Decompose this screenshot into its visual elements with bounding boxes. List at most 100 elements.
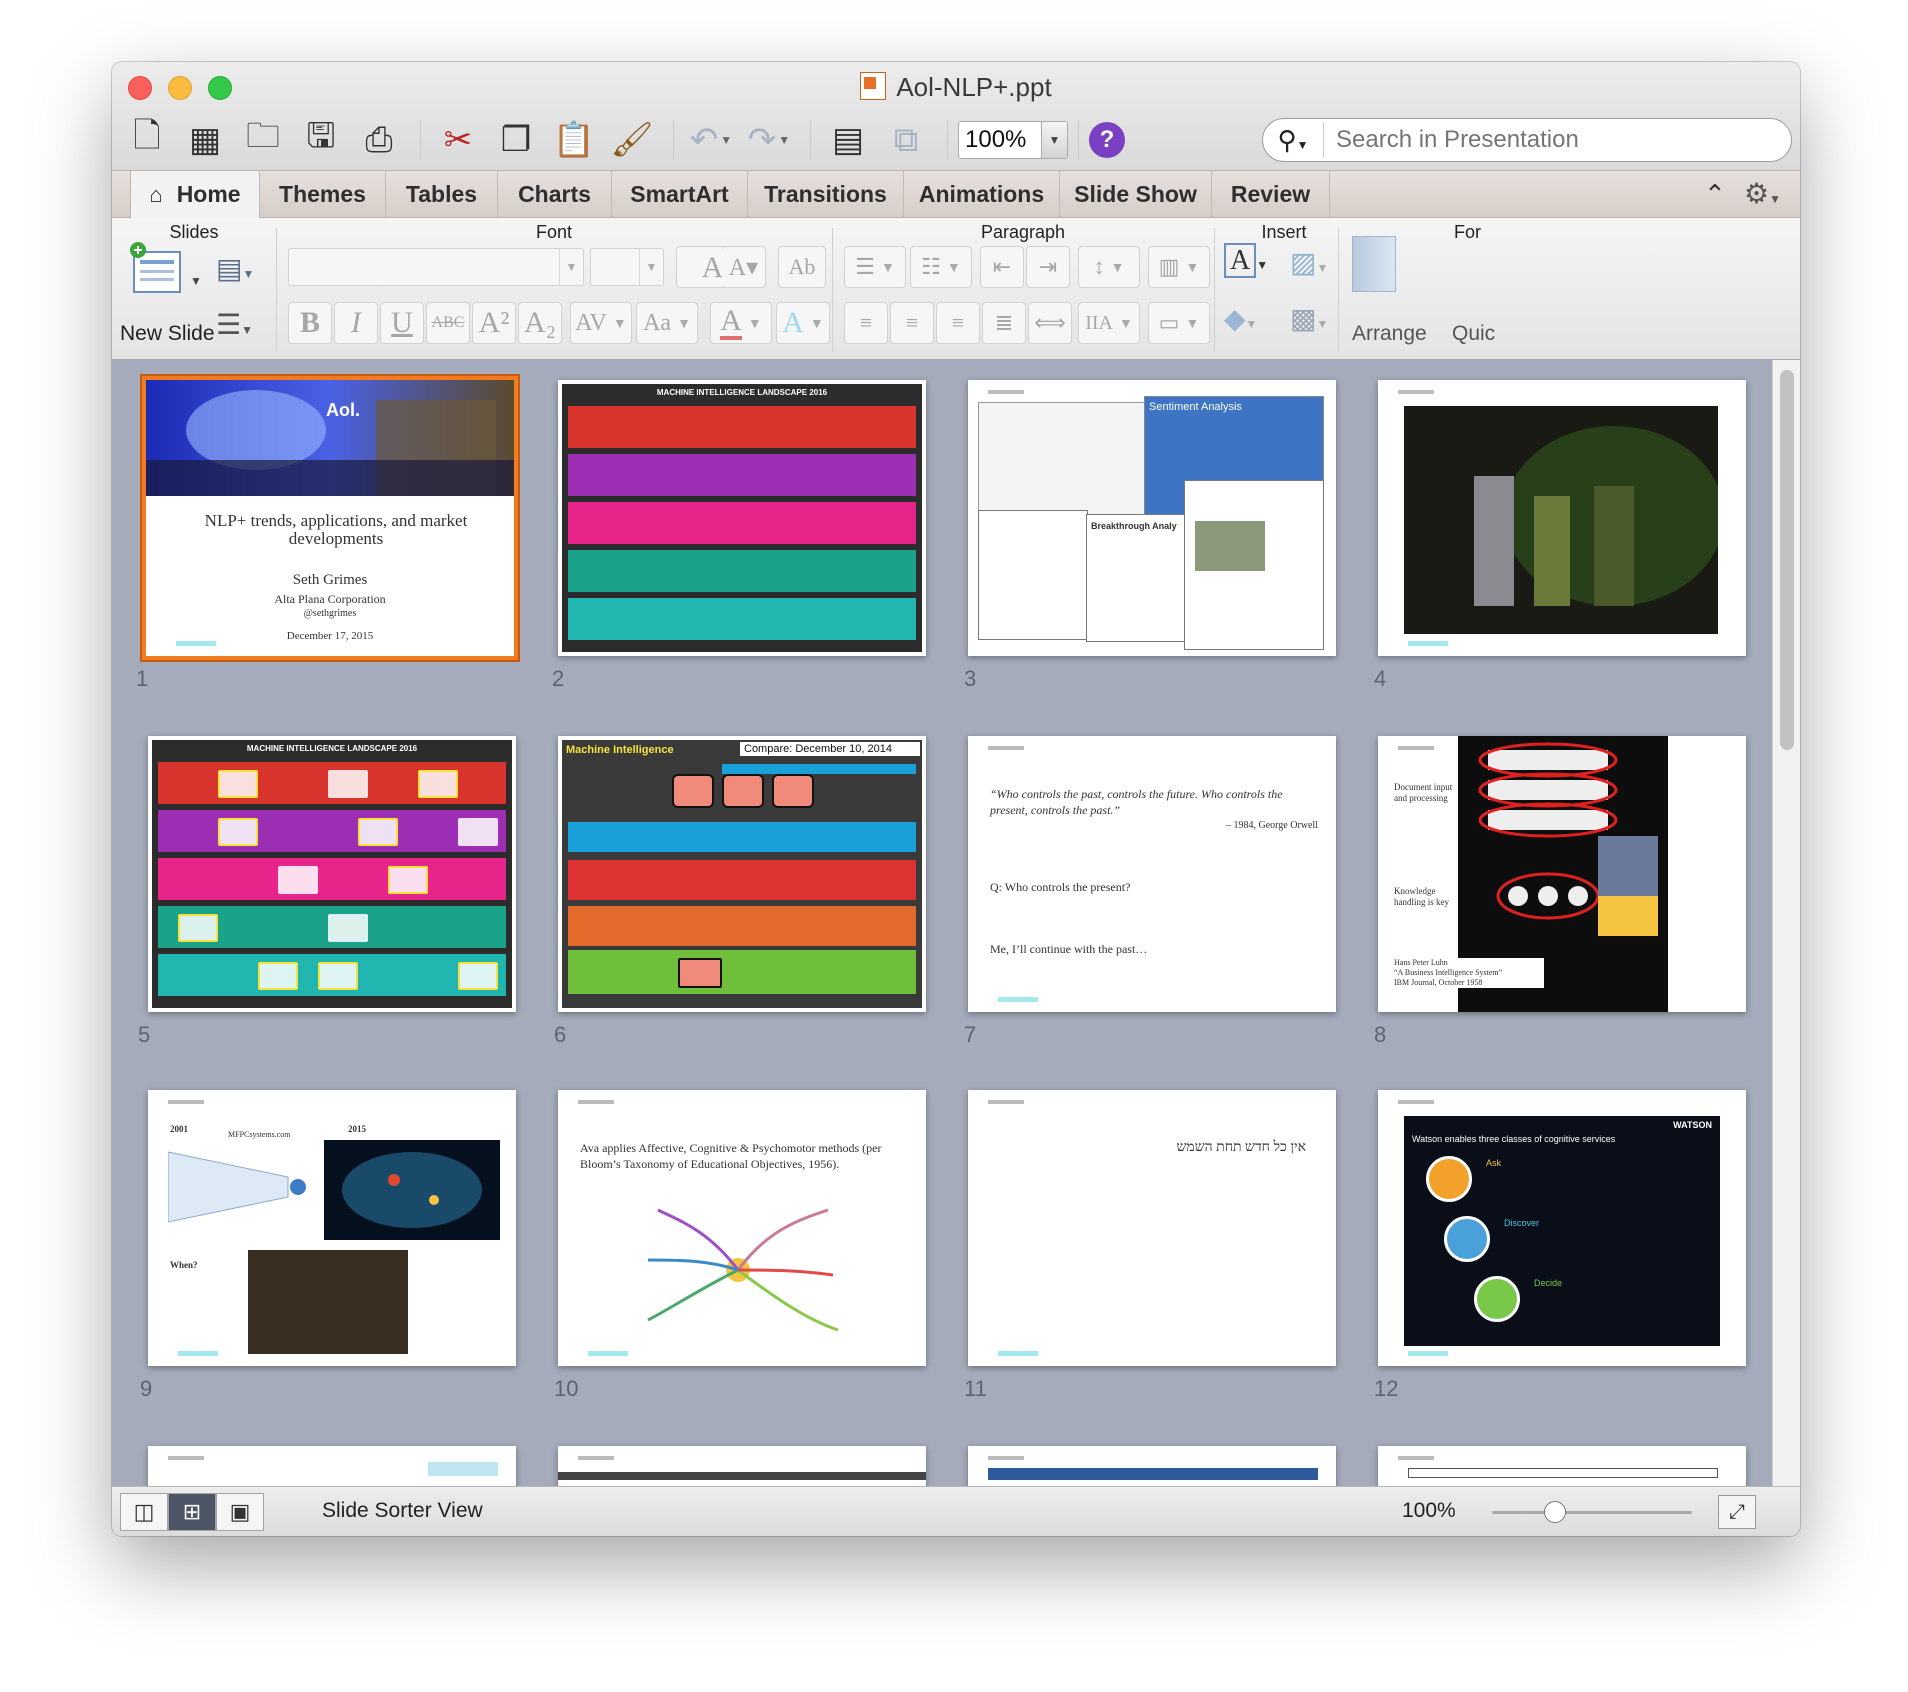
bullets-icon: ☰	[855, 254, 875, 279]
template-gallery-button[interactable]: ▦	[178, 116, 232, 164]
chevron-down-icon[interactable]: ▼	[639, 249, 663, 285]
bold-button[interactable]: B	[288, 302, 332, 344]
slide-sorter[interactable]: Aol. NLP+ trends, applications, and mark…	[112, 360, 1772, 1486]
italic-button[interactable]: I	[334, 302, 378, 344]
quick-styles-label[interactable]: Quic	[1452, 322, 1495, 346]
scroll-thumb[interactable]	[1780, 370, 1794, 750]
normal-view-button[interactable]: ◫	[120, 1493, 168, 1531]
redo-button[interactable]: ↷ ▼	[742, 116, 796, 164]
slide-thumbnail-14[interactable]	[558, 1446, 926, 1486]
chevron-down-icon[interactable]: ▼	[1041, 122, 1067, 158]
underline-button[interactable]: U	[380, 302, 424, 344]
section-button[interactable]: ☰▼	[216, 308, 253, 341]
slide-thumbnail-2[interactable]: MACHINE INTELLIGENCE LANDSCAPE 2016	[558, 380, 926, 656]
slide-show-view-button[interactable]: ▣	[216, 1493, 264, 1531]
font-name-input[interactable]: ▼	[288, 248, 584, 286]
save-button[interactable]: 🖫	[294, 116, 348, 164]
tab-tables[interactable]: Tables	[386, 171, 498, 218]
slide-thumbnail-16[interactable]	[1378, 1446, 1746, 1486]
paste-button[interactable]: 📋	[547, 116, 601, 164]
picture-button[interactable]: ▨▼	[1290, 246, 1328, 279]
search-input[interactable]	[1323, 123, 1791, 157]
copy-button[interactable]: ❐	[489, 116, 543, 164]
open-button[interactable]: 🗀	[236, 116, 290, 164]
columns-button[interactable]: ▥ ▼	[1148, 246, 1210, 288]
justify-button[interactable]: ≣	[982, 302, 1026, 344]
align-right-button[interactable]: ≡	[936, 302, 980, 344]
cut-button[interactable]: ✂	[431, 116, 485, 164]
font-color-button[interactable]: A ▼	[710, 302, 772, 344]
search-field[interactable]: ⚲▼	[1262, 118, 1792, 162]
tab-animations[interactable]: Animations	[904, 171, 1060, 218]
tab-smartart[interactable]: SmartArt	[612, 171, 748, 218]
slide-sorter-view-button[interactable]: ⊞	[168, 1493, 216, 1531]
collapse-ribbon-icon[interactable]: ⌃	[1704, 179, 1726, 210]
watson-heading: Watson enables three classes of cognitiv…	[1412, 1134, 1616, 1144]
decrease-indent-button[interactable]: ⇤	[980, 246, 1024, 288]
font-size-input[interactable]: ▼	[590, 248, 664, 286]
bullets-button[interactable]: ☰ ▼	[844, 246, 906, 288]
new-slide-icon[interactable]	[128, 242, 184, 298]
slide-thumbnail-10[interactable]: Ava applies Affective, Cognitive & Psych…	[558, 1090, 926, 1366]
text-effects-button[interactable]: A ▼	[776, 302, 830, 344]
gear-icon[interactable]: ⚙▼	[1744, 177, 1781, 210]
slide-thumbnail-7[interactable]: “Who controls the past, controls the fut…	[968, 736, 1336, 1012]
print-button[interactable]: ⎙	[352, 116, 406, 164]
search-icon[interactable]: ⚲▼	[1263, 125, 1323, 156]
zoom-slider-handle[interactable]	[1544, 1501, 1566, 1523]
slide-show-button[interactable]: ▤	[821, 116, 875, 164]
superscript-button[interactable]: A²	[472, 302, 516, 344]
slide-thumbnail-6[interactable]: Machine Intelligence Compare: December 1…	[558, 736, 926, 1012]
fit-to-window-button[interactable]: ⤢	[1718, 1495, 1756, 1529]
align-text-button[interactable]: ▭ ▼	[1148, 302, 1210, 344]
increase-indent-button[interactable]: ⇥	[1026, 246, 1070, 288]
line-spacing-button[interactable]: ↕ ▼	[1078, 246, 1140, 288]
tab-review[interactable]: Review	[1212, 171, 1330, 218]
chevron-down-icon: ▼	[778, 133, 791, 147]
chevron-down-icon[interactable]: ▼	[559, 249, 583, 285]
slide-thumbnail-12[interactable]: WATSON Watson enables three classes of c…	[1378, 1090, 1746, 1366]
tab-home[interactable]: ⌂ Home	[130, 171, 260, 218]
clear-formatting-button[interactable]: Ab	[778, 246, 826, 288]
slide-thumbnail-4[interactable]	[1378, 380, 1746, 656]
zoom-select[interactable]: 100% ▼	[958, 121, 1068, 159]
shape-button[interactable]: ◆▼	[1224, 302, 1257, 335]
text-direction-button[interactable]: IIA ▼	[1078, 302, 1140, 344]
change-case-button[interactable]: Aa ▼	[636, 302, 698, 344]
arrange-button[interactable]	[1352, 236, 1412, 296]
tab-transitions[interactable]: Transitions	[748, 171, 904, 218]
slide-thumbnail-8[interactable]: Document input and processing Knowledge …	[1378, 736, 1746, 1012]
slide-thumbnail-11[interactable]: אין כל חדש תחת השמש	[968, 1090, 1336, 1366]
slide-thumbnail-1[interactable]: Aol. NLP+ trends, applications, and mark…	[146, 380, 514, 656]
help-button[interactable]: ?	[1089, 122, 1125, 158]
slide-thumbnail-13[interactable]	[148, 1446, 516, 1486]
vertical-scrollbar[interactable]	[1772, 360, 1800, 1486]
shrink-font-button[interactable]: A▾	[722, 246, 766, 288]
character-spacing-button[interactable]: AV ▼	[570, 302, 632, 344]
undo-button[interactable]: ↶ ▼	[684, 116, 738, 164]
new-presentation-button[interactable]: 🗋	[120, 116, 174, 164]
slide-thumbnail-15[interactable]	[968, 1446, 1336, 1486]
strikethrough-button[interactable]: ABC	[426, 302, 470, 344]
align-center-button[interactable]: ≡	[890, 302, 934, 344]
tab-charts[interactable]: Charts	[498, 171, 612, 218]
tab-themes[interactable]: Themes	[260, 171, 386, 218]
slide-thumbnail-3[interactable]: Sentiment Analysis Breakthrough Analy	[968, 380, 1336, 656]
chevron-down-icon[interactable]: ▼	[190, 274, 202, 288]
highlight-group	[672, 774, 822, 814]
media-button[interactable]: ▩▼	[1290, 302, 1328, 335]
numbering-button[interactable]: ☷ ▼	[910, 246, 972, 288]
subscript-button[interactable]: A₂	[518, 302, 562, 344]
format-painter-button[interactable]: 🖌	[605, 116, 659, 164]
slide-thumbnail-5[interactable]: MACHINE INTELLIGENCE LANDSCAPE 2016	[148, 736, 516, 1012]
layout-button[interactable]: ▤▼	[216, 252, 254, 285]
chevron-down-icon: ▼	[1185, 259, 1200, 275]
tab-slide-show[interactable]: Slide Show	[1060, 171, 1212, 218]
zoom-slider[interactable]	[1492, 1511, 1692, 1514]
media-browser-button[interactable]: ⧉	[879, 116, 933, 164]
new-slide-button[interactable]: New Slide	[120, 322, 215, 346]
align-left-button[interactable]: ≡	[844, 302, 888, 344]
slide-thumbnail-9[interactable]: 2001 MFPCsystems.com 2015 When?	[148, 1090, 516, 1366]
text-box-button[interactable]: A ▼	[1224, 243, 1268, 278]
distribute-button[interactable]: ⟺	[1028, 302, 1072, 344]
